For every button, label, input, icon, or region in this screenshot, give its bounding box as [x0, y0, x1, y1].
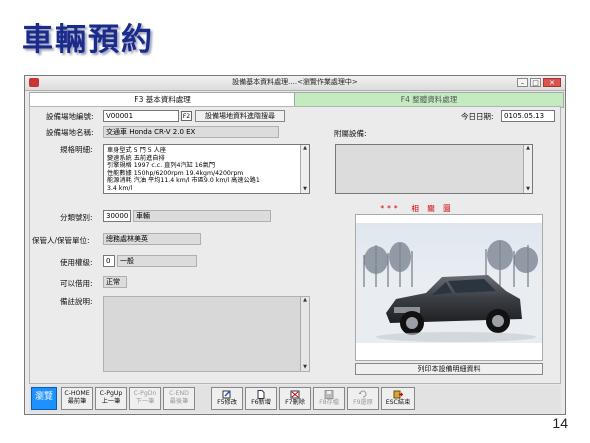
bottom-toolbar: 瀏覽 C-HOME 最前筆 C-PgUp 上一筆 C-PgDn 下一筆 C-END 最後…: [29, 385, 561, 413]
slide-title: 車輛預約: [22, 22, 154, 58]
venue-code-field[interactable]: V00001: [103, 110, 179, 122]
app-window: 設備基本資料處理....<瀏覽作業處理中> – □ ✕ F3 基本資料處理 F4…: [24, 75, 566, 415]
stars-left: ***: [380, 204, 401, 213]
new-doc-icon: [257, 390, 265, 399]
last-record-button[interactable]: C-END 最後筆: [163, 387, 195, 410]
category-name-field: 車輛: [133, 210, 271, 222]
spec-text: 車身型式 5 門 5 人座 變速系統 五前進自排 引擎規格 1997 c.c. …: [107, 147, 260, 192]
spec-scrollbar[interactable]: ▲ ▼: [300, 145, 309, 193]
close-icon[interactable]: ✕: [543, 78, 561, 87]
maximize-icon[interactable]: □: [530, 78, 541, 87]
remarks-label: 備註說明:: [60, 297, 93, 306]
scroll-down-icon[interactable]: ▼: [301, 364, 309, 371]
scroll-up-icon[interactable]: ▲: [524, 145, 532, 152]
usage-code-field[interactable]: 0: [103, 255, 115, 267]
window-title: 設備基本資料處理....<瀏覽作業處理中>: [232, 78, 358, 86]
usage-level-label: 使用權級:: [60, 258, 93, 267]
spec-label: 規格明細:: [60, 145, 93, 154]
remarks-scrollbar[interactable]: ▲ ▼: [300, 297, 309, 371]
f2-lookup-key[interactable]: F2: [181, 111, 192, 121]
category-label: 分類號別:: [60, 213, 93, 222]
edit-button[interactable]: F5修改: [211, 387, 243, 410]
exit-icon: [393, 390, 403, 399]
next-record-button[interactable]: C-PgDn 下一筆: [129, 387, 161, 410]
venue-name-label: 設備場地名稱:: [46, 128, 94, 137]
scroll-up-icon[interactable]: ▲: [301, 145, 309, 152]
category-code-field[interactable]: 30000: [103, 210, 131, 222]
delete-button[interactable]: F7刪除: [279, 387, 311, 410]
undo-icon: [358, 390, 367, 398]
spec-textarea[interactable]: 車身型式 5 門 5 人座 變速系統 五前進自排 引擎規格 1997 c.c. …: [103, 144, 310, 194]
edit-icon: [222, 390, 231, 399]
first-record-button[interactable]: C-HOME 最前筆: [61, 387, 93, 410]
window-titlebar[interactable]: 設備基本資料處理....<瀏覽作業處理中> – □ ✕: [25, 76, 565, 91]
remarks-textarea[interactable]: ▲ ▼: [103, 296, 310, 372]
vehicle-photo: [355, 214, 543, 361]
custodian-field[interactable]: 總務處林美英: [103, 233, 201, 245]
save-icon: [324, 390, 334, 399]
save-button[interactable]: F8存檔: [313, 387, 345, 410]
attached-equipment-textarea[interactable]: ▲ ▼: [335, 144, 533, 194]
minimize-icon[interactable]: –: [517, 78, 528, 87]
print-details-button[interactable]: 列印本設備明細資料: [355, 363, 543, 375]
scroll-up-icon[interactable]: ▲: [301, 297, 309, 304]
car-photo-image: [356, 215, 542, 360]
delete-icon: [290, 390, 300, 399]
custodian-label: 保管人/保管單位:: [32, 236, 90, 245]
today-date-field[interactable]: 0105.05.13: [501, 110, 555, 122]
new-button[interactable]: F6新增: [245, 387, 277, 410]
browse-mode-button[interactable]: 瀏覽: [31, 387, 57, 410]
usage-name-field: 一般: [117, 255, 197, 267]
advanced-search-button[interactable]: 設備場地資料進階搜尋: [195, 110, 285, 122]
borrowable-label: 可以借用:: [60, 279, 93, 288]
previous-record-button[interactable]: C-PgUp 上一筆: [95, 387, 127, 410]
attached-scrollbar[interactable]: ▲ ▼: [523, 145, 532, 193]
venue-name-field[interactable]: 交通車 Honda CR-V 2.0 EX: [103, 126, 279, 138]
borrowable-field[interactable]: 正常: [103, 276, 127, 288]
today-date-label: 今日日期:: [461, 112, 494, 121]
scroll-down-icon[interactable]: ▼: [524, 186, 532, 193]
exit-button[interactable]: ESC結束: [381, 387, 415, 410]
attached-equipment-label: 附屬設備:: [334, 129, 367, 138]
tab-basic-data[interactable]: F3 基本資料處理: [29, 92, 296, 107]
restore-button[interactable]: F9還原: [347, 387, 379, 410]
page-number: 14: [552, 415, 568, 431]
venue-code-label: 設備場地編號:: [46, 112, 94, 121]
scroll-down-icon[interactable]: ▼: [301, 186, 309, 193]
